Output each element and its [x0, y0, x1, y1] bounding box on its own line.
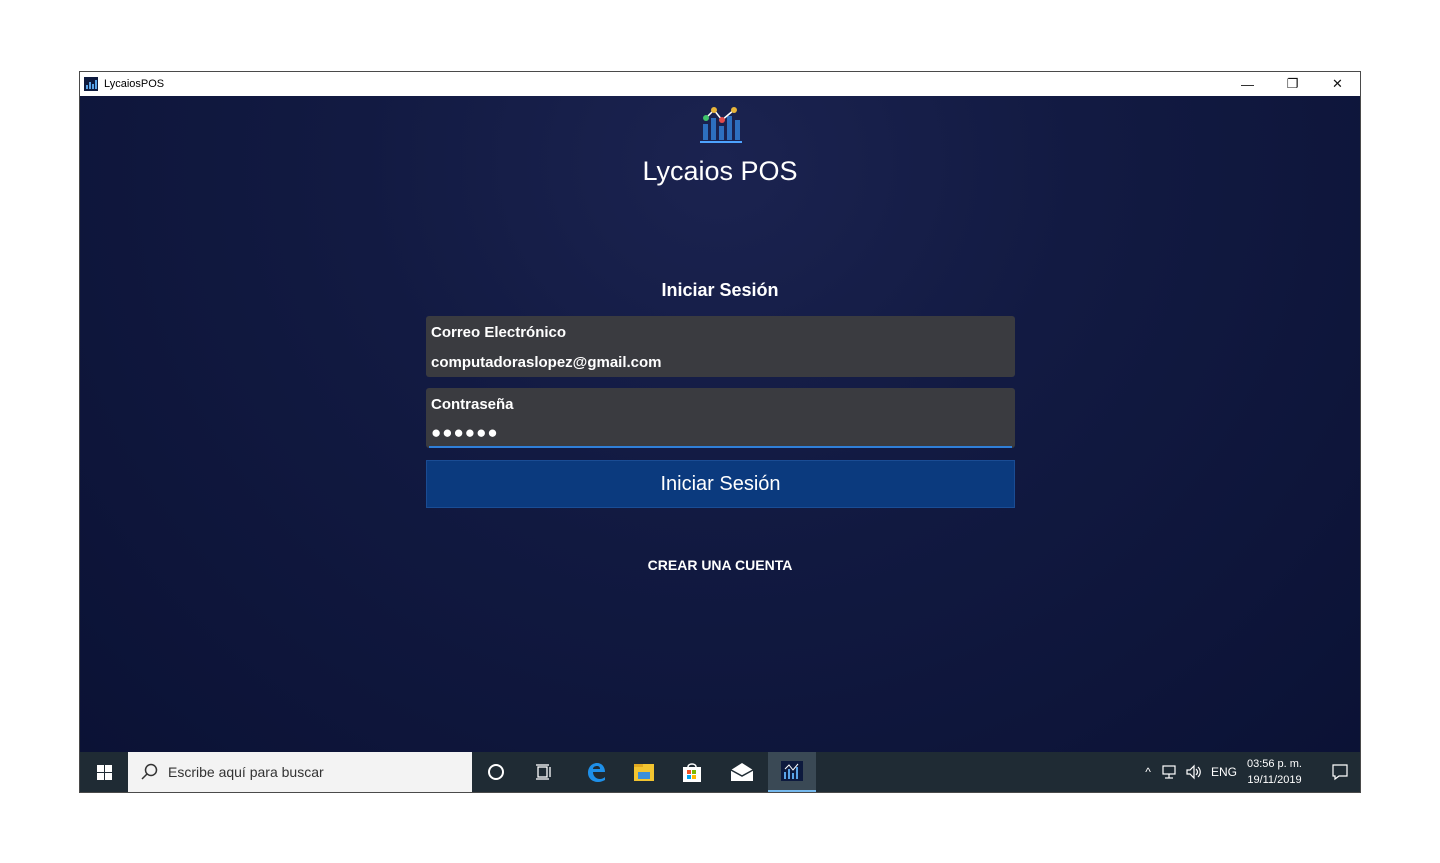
- logo-chart-icon: [700, 107, 742, 143]
- action-center-button[interactable]: [1320, 752, 1360, 792]
- clock-date: 19/11/2019: [1247, 774, 1302, 786]
- cortana-circle-icon: [488, 764, 504, 780]
- password-input[interactable]: ●●●●●●: [431, 423, 1001, 443]
- edge-icon: [588, 763, 605, 782]
- window-title: LycaiosPOS: [104, 78, 165, 90]
- create-account-link[interactable]: CREAR UNA CUENTA: [80, 557, 1360, 573]
- search-icon: [141, 763, 158, 780]
- taskbar-search[interactable]: Escribe aquí para buscar: [128, 752, 472, 792]
- app-window: LycaiosPOS — ❐ ✕ Lycaios POS Iniciar Ses…: [79, 71, 1361, 793]
- system-tray: ^ ENG 03:56 p. m. 19/11/2019: [1145, 752, 1360, 792]
- folder-icon: [634, 764, 654, 781]
- file-explorer-button[interactable]: [620, 752, 668, 792]
- taskbar: Escribe aquí para buscar ^ ENG 03:56 p. …: [80, 752, 1360, 792]
- store-bag-icon: [683, 763, 701, 782]
- window-controls: — ❐ ✕: [1225, 72, 1360, 96]
- login-button[interactable]: Iniciar Sesión: [426, 460, 1015, 508]
- password-field[interactable]: Contraseña ●●●●●●: [426, 388, 1015, 448]
- password-label: Contraseña: [431, 396, 514, 413]
- task-view-icon: [536, 764, 551, 780]
- email-label: Correo Electrónico: [431, 324, 567, 341]
- title-bar[interactable]: LycaiosPOS — ❐ ✕: [80, 72, 1360, 96]
- windows-logo-icon: [96, 764, 112, 780]
- cortana-button[interactable]: [472, 752, 520, 792]
- email-field[interactable]: Correo Electrónico: [426, 316, 1015, 377]
- tray-expand-chevron[interactable]: ^: [1145, 765, 1151, 779]
- restore-button[interactable]: ❐: [1270, 72, 1315, 96]
- lycaiospos-taskbar-button[interactable]: [768, 752, 816, 792]
- clock-time: 03:56 p. m.: [1246, 758, 1302, 770]
- clock[interactable]: 03:56 p. m. 19/11/2019: [1247, 756, 1302, 788]
- app-chart-icon: [781, 761, 803, 781]
- close-button[interactable]: ✕: [1315, 72, 1360, 96]
- language-indicator[interactable]: ENG: [1211, 765, 1237, 779]
- minimize-button[interactable]: —: [1225, 72, 1270, 96]
- app-chart-icon: [84, 77, 98, 91]
- search-placeholder: Escribe aquí para buscar: [168, 764, 324, 780]
- network-icon[interactable]: [1161, 764, 1179, 780]
- password-focus-underline: [429, 446, 1012, 448]
- edge-browser-button[interactable]: [572, 752, 620, 792]
- email-input[interactable]: [431, 354, 1001, 371]
- task-view-button[interactable]: [520, 752, 568, 792]
- start-button[interactable]: [80, 752, 128, 792]
- mail-envelope-icon: [730, 763, 754, 781]
- notification-icon: [1332, 764, 1348, 781]
- volume-icon[interactable]: [1185, 764, 1203, 780]
- section-title: Iniciar Sesión: [661, 280, 779, 300]
- store-button[interactable]: [668, 752, 716, 792]
- app-name: Lycaios POS: [642, 156, 798, 186]
- login-screen: Lycaios POS Iniciar Sesión Correo Electr…: [80, 96, 1360, 752]
- mail-button[interactable]: [718, 752, 766, 792]
